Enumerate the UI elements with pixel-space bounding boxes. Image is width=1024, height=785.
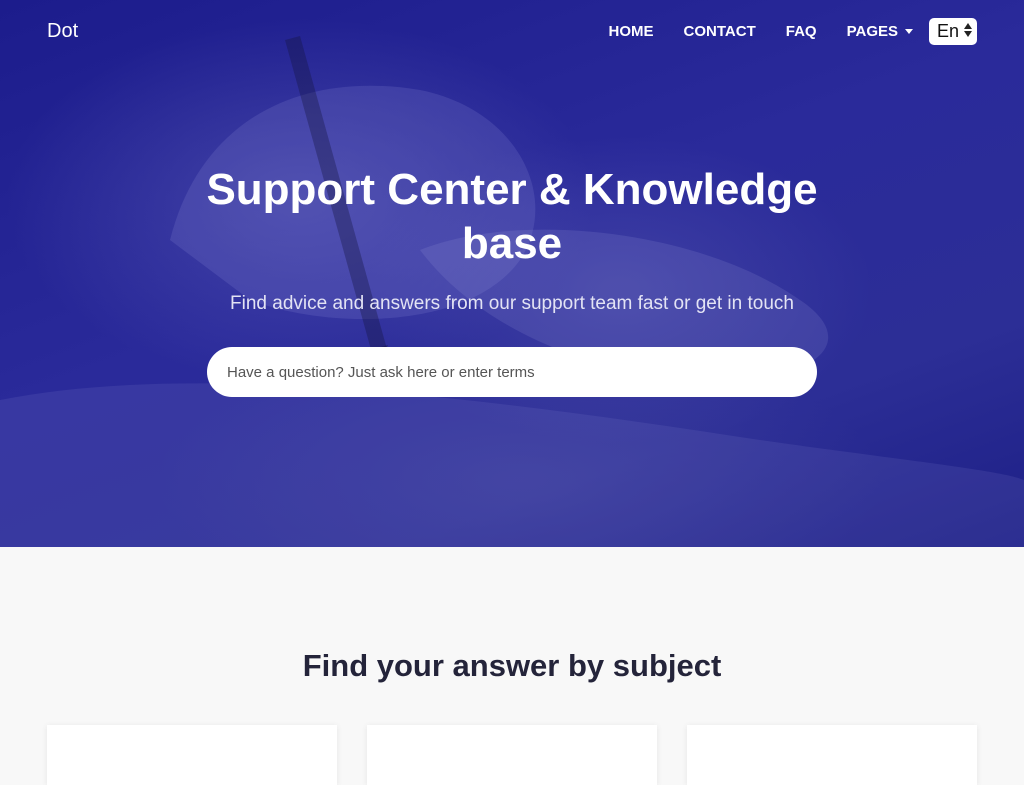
nav-menu: HOME CONTACT FAQ PAGES En xyxy=(609,18,977,45)
nav-item-home[interactable]: HOME xyxy=(609,23,654,40)
subject-card[interactable] xyxy=(687,725,977,785)
subject-card[interactable] xyxy=(367,725,657,785)
select-arrows-icon xyxy=(964,23,972,37)
nav-item-faq[interactable]: FAQ xyxy=(786,23,817,40)
language-select-value: En xyxy=(937,21,960,41)
nav-item-pages[interactable]: PAGES xyxy=(847,23,913,40)
chevron-down-icon xyxy=(905,29,913,34)
subject-card[interactable] xyxy=(47,725,337,785)
search-input[interactable] xyxy=(207,347,817,397)
hero-section: Dot HOME CONTACT FAQ PAGES En Support Ce… xyxy=(0,0,1024,547)
nav-item-contact[interactable]: CONTACT xyxy=(684,23,756,40)
section-title: Find your answer by subject xyxy=(302,648,722,683)
brand-logo[interactable]: Dot xyxy=(47,20,78,43)
language-select[interactable]: En xyxy=(929,18,977,45)
hero-subtitle: Find advice and answers from our support… xyxy=(230,293,794,314)
hero-background-image xyxy=(0,36,1024,547)
top-navbar: Dot HOME CONTACT FAQ PAGES En xyxy=(0,0,1024,64)
page-title: Support Center & Knowledge base xyxy=(206,165,818,268)
